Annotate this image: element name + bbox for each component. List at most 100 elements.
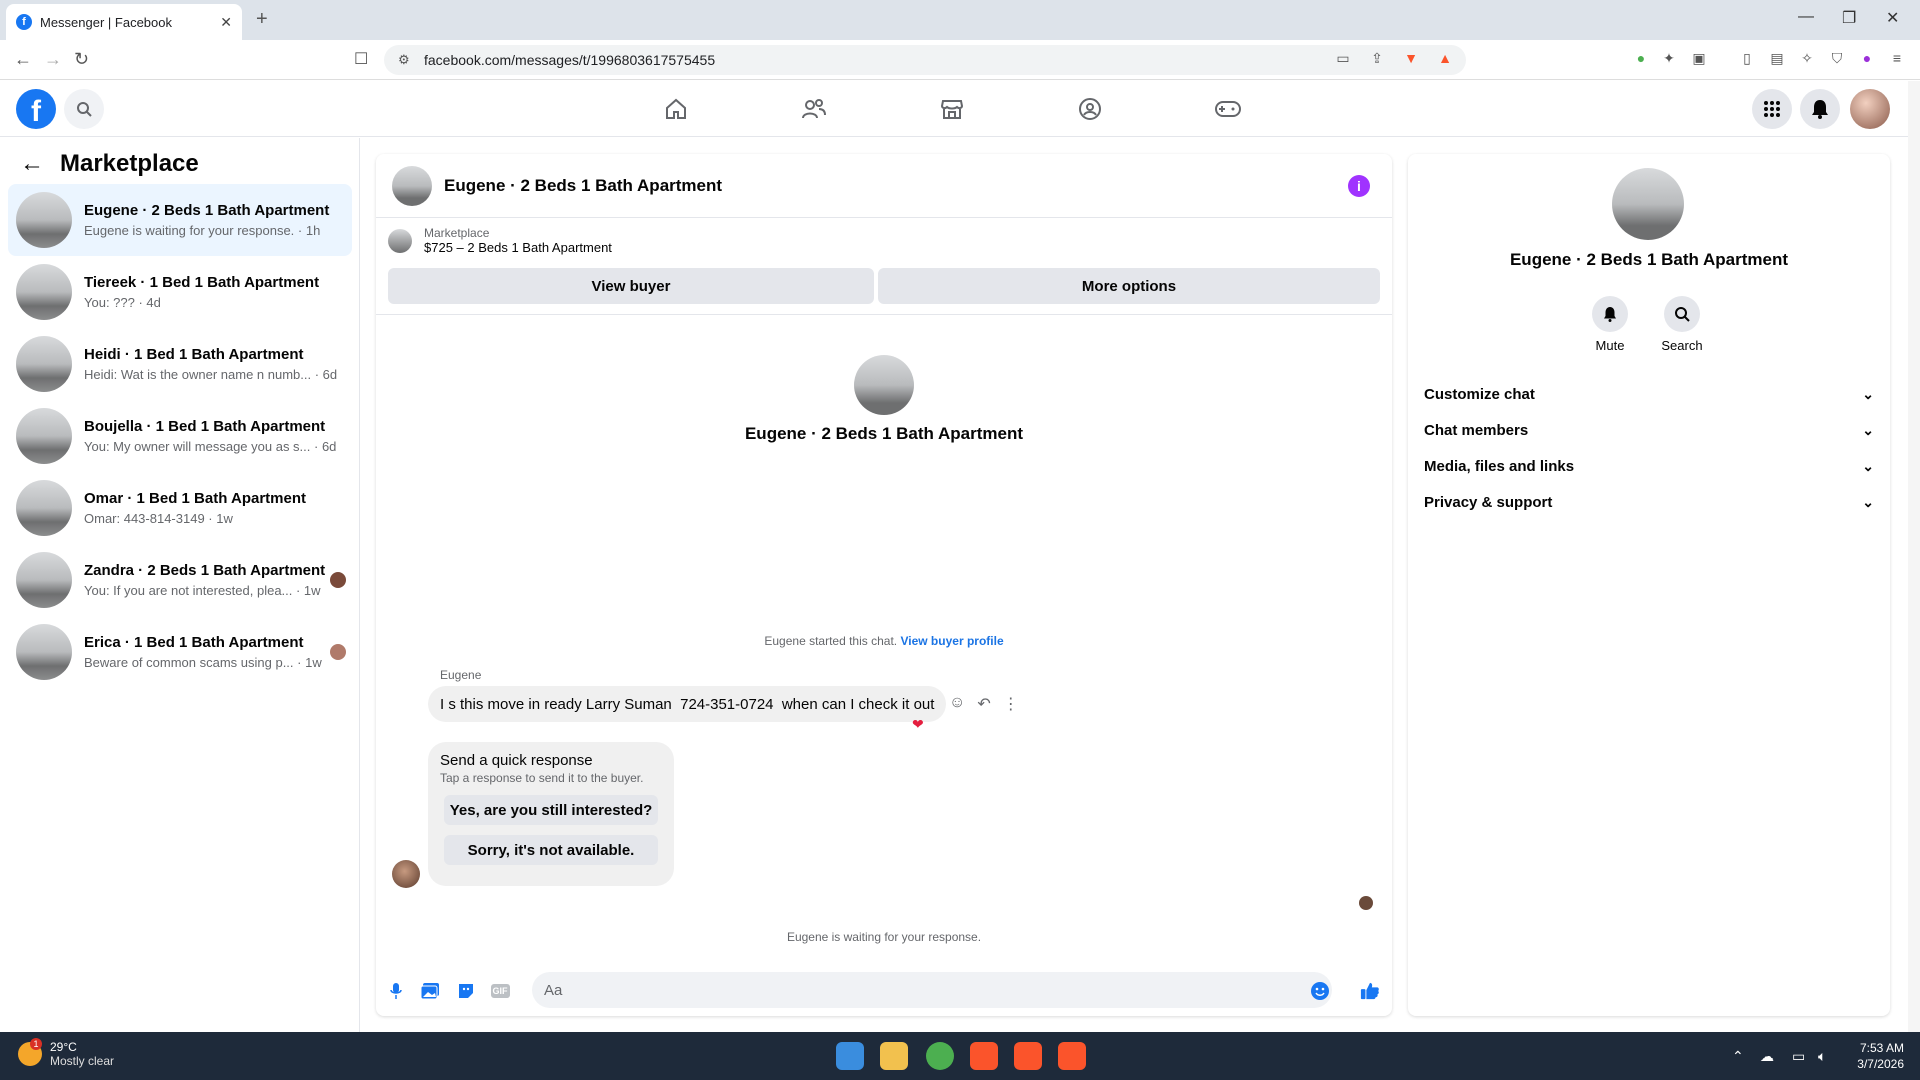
view-buyer-profile-link[interactable]: View buyer profile bbox=[900, 634, 1003, 648]
weather-widget[interactable]: 1 29°C Mostly clear bbox=[18, 1038, 114, 1068]
quick-response-still-interested[interactable]: Yes, are you still interested? bbox=[444, 795, 658, 825]
browser-tab[interactable]: f Messenger | Facebook ✕ bbox=[6, 4, 242, 40]
share-icon[interactable]: ⇪ bbox=[1368, 50, 1386, 68]
sticker-icon[interactable] bbox=[456, 981, 476, 1001]
profile-avatar[interactable] bbox=[1850, 89, 1890, 129]
message-bubble[interactable]: I s this move in ready Larry Suman 724-3… bbox=[428, 686, 947, 722]
conversation-preview: You: ??? · 4d bbox=[84, 295, 161, 310]
customize-chat-row[interactable]: Customize chat ⌄ bbox=[1424, 376, 1874, 412]
close-window-icon[interactable]: ✕ bbox=[1886, 8, 1899, 28]
brave-rewards-icon[interactable]: ▲ bbox=[1436, 50, 1454, 68]
site-info-icon[interactable]: ⚙ bbox=[398, 52, 410, 68]
gaming-icon[interactable] bbox=[1214, 95, 1242, 123]
conversation-item[interactable]: Tiereek · 1 Bed 1 Bath Apartment You: ???… bbox=[8, 256, 352, 328]
view-buyer-button[interactable]: View buyer bbox=[388, 268, 874, 304]
conversation-preview: Omar: 443-814-3149 · 1w bbox=[84, 511, 233, 526]
conversation-item[interactable]: Omar · 1 Bed 1 Bath Apartment Omar: 443-8… bbox=[8, 472, 352, 544]
conversation-item[interactable]: Eugene · 2 Beds 1 Bath Apartment Eugene i… bbox=[8, 184, 352, 256]
vpn-icon[interactable]: ⛉ bbox=[1828, 50, 1846, 68]
menu-grid-icon[interactable] bbox=[1752, 89, 1792, 129]
privacy-support-row[interactable]: Privacy & support ⌄ bbox=[1424, 484, 1874, 520]
quick-response-not-available[interactable]: Sorry, it's not available. bbox=[444, 835, 658, 865]
url-field[interactable]: ⚙ facebook.com/messages/t/19968036175754… bbox=[384, 45, 1466, 75]
message-sender: Eugene bbox=[440, 668, 482, 682]
facebook-logo-icon[interactable]: f bbox=[16, 89, 56, 129]
brave-icon[interactable] bbox=[1058, 1042, 1086, 1070]
search-icon[interactable] bbox=[64, 89, 104, 129]
home-icon[interactable] bbox=[662, 95, 690, 123]
chat-details-panel: Eugene · 2 Beds 1 Bath Apartment Mute Se… bbox=[1408, 154, 1890, 1016]
file-explorer-icon[interactable] bbox=[880, 1042, 908, 1070]
marketplace-icon[interactable] bbox=[938, 95, 966, 123]
gif-icon[interactable]: GIF bbox=[490, 981, 510, 1001]
info-icon[interactable]: i bbox=[1348, 175, 1370, 197]
listing-thumbnail bbox=[16, 552, 72, 608]
reply-icon[interactable]: ↶ bbox=[977, 694, 990, 714]
message-input[interactable]: Aa bbox=[532, 972, 1332, 1008]
browser-menu-icon[interactable]: ≡ bbox=[1888, 50, 1906, 68]
search-in-chat-button[interactable]: Search bbox=[1652, 296, 1712, 353]
photo-icon[interactable] bbox=[420, 981, 440, 1001]
listing-summary[interactable]: Marketplace $725 – 2 Beds 1 Bath Apartme… bbox=[388, 226, 612, 255]
reload-icon[interactable]: ↻ bbox=[74, 49, 89, 70]
conversation-item[interactable]: Heidi · 1 Bed 1 Bath Apartment Heidi: Wat… bbox=[8, 328, 352, 400]
chat-profile-thumbnail[interactable] bbox=[854, 355, 914, 415]
brave-icon[interactable] bbox=[970, 1042, 998, 1070]
heart-reaction-icon[interactable]: ❤ bbox=[912, 716, 924, 733]
media-files-links-row[interactable]: Media, files and links ⌄ bbox=[1424, 448, 1874, 484]
more-options-button[interactable]: More options bbox=[878, 268, 1380, 304]
sender-avatar[interactable] bbox=[392, 860, 420, 888]
leo-ai-icon[interactable]: ✧ bbox=[1798, 50, 1816, 68]
row-label: Chat members bbox=[1424, 421, 1529, 439]
start-icon[interactable] bbox=[836, 1042, 864, 1070]
chat-members-row[interactable]: Chat members ⌄ bbox=[1424, 412, 1874, 448]
search-label: Search bbox=[1661, 338, 1703, 353]
bookmark-icon[interactable]: ☐ bbox=[354, 49, 368, 69]
restore-icon[interactable]: ❐ bbox=[1842, 8, 1856, 28]
conversation-item[interactable]: Boujella · 1 Bed 1 Bath Apartment You: My… bbox=[8, 400, 352, 472]
close-tab-icon[interactable]: ✕ bbox=[220, 14, 232, 31]
forward-icon[interactable]: → bbox=[44, 49, 62, 70]
clock[interactable]: 7:53 AM 3/7/2026 bbox=[1857, 1040, 1904, 1072]
microphone-icon[interactable] bbox=[386, 981, 406, 1001]
status-dot-icon[interactable]: ● bbox=[1632, 50, 1650, 68]
cloud-icon[interactable]: ☁ bbox=[1760, 1048, 1774, 1065]
new-tab-button[interactable]: + bbox=[256, 8, 268, 31]
chrome-icon[interactable] bbox=[926, 1042, 954, 1070]
windows-taskbar: 1 29°C Mostly clear ⌃ ☁ ▭ 🔈︎ 7:53 AM 3/7… bbox=[0, 1032, 1920, 1080]
back-icon[interactable]: ← bbox=[14, 49, 32, 70]
brave-shield-icon[interactable]: ▼ bbox=[1402, 50, 1420, 68]
conversation-item[interactable]: Erica · 1 Bed 1 Bath Apartment Beware of … bbox=[8, 616, 352, 688]
cast-icon[interactable]: ▭ bbox=[1334, 50, 1352, 68]
back-arrow-icon[interactable]: ← bbox=[20, 150, 44, 178]
network-icon[interactable]: ▭ bbox=[1792, 1048, 1805, 1065]
extensions-icon[interactable]: ✦ bbox=[1660, 50, 1678, 68]
page-scrollbar[interactable] bbox=[1908, 81, 1920, 1032]
chat-header: Eugene · 2 Beds 1 Bath Apartment i bbox=[376, 154, 1392, 218]
listing-thumbnail bbox=[16, 264, 72, 320]
friends-icon[interactable] bbox=[800, 95, 828, 123]
thumbs-up-icon[interactable] bbox=[1360, 981, 1380, 1001]
chat-thumbnail[interactable] bbox=[392, 165, 432, 206]
sidebar-toggle-icon[interactable]: ▯ bbox=[1738, 50, 1756, 68]
mute-button[interactable]: Mute bbox=[1580, 296, 1640, 353]
react-icon[interactable]: ☺ bbox=[949, 694, 965, 714]
conversation-item[interactable]: Zandra · 2 Beds 1 Bath Apartment You: If … bbox=[8, 544, 352, 616]
groups-icon[interactable] bbox=[1076, 95, 1104, 123]
minimize-icon[interactable]: — bbox=[1798, 8, 1814, 26]
facebook-topbar: f bbox=[0, 81, 1908, 137]
chevron-down-icon: ⌄ bbox=[1862, 493, 1874, 510]
screenshot-icon[interactable]: ▣ bbox=[1690, 50, 1708, 68]
profile-extension-icon[interactable]: ● bbox=[1858, 50, 1876, 68]
facebook-favicon-icon: f bbox=[16, 14, 32, 30]
emoji-icon[interactable] bbox=[1310, 981, 1330, 1001]
chat-title[interactable]: Eugene · 2 Beds 1 Bath Apartment bbox=[444, 176, 722, 196]
brave-icon[interactable] bbox=[1014, 1042, 1042, 1070]
conversation-name: Zandra · 2 Beds 1 Bath Apartment bbox=[84, 562, 326, 579]
details-thumbnail[interactable] bbox=[1612, 168, 1684, 240]
wallet-icon[interactable]: ▤ bbox=[1768, 50, 1786, 68]
more-icon[interactable]: ⋮ bbox=[1003, 694, 1019, 714]
chevron-up-icon[interactable]: ⌃ bbox=[1732, 1048, 1744, 1065]
volume-icon[interactable]: 🔈︎ bbox=[1818, 1048, 1826, 1065]
notifications-icon[interactable] bbox=[1800, 89, 1840, 129]
